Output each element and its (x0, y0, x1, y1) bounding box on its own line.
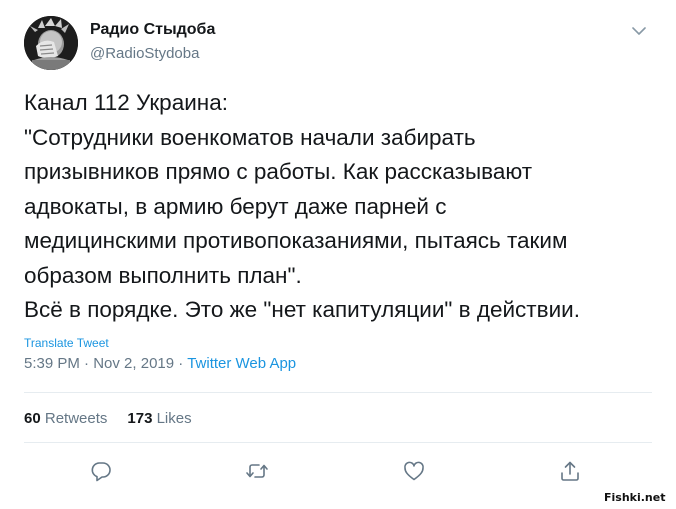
share-button[interactable] (558, 459, 582, 483)
likes-label: Likes (156, 410, 192, 427)
like-icon (404, 461, 424, 481)
meta-separator: · (178, 355, 184, 372)
tweet-date[interactable]: Nov 2, 2019 (93, 355, 174, 372)
tweet-text-line: образом выполнить план". (24, 262, 302, 288)
translate-tweet-link[interactable]: Translate Tweet (24, 336, 109, 350)
divider (24, 392, 652, 393)
tweet-meta: 5:39 PM · Nov 2, 2019 · Twitter Web App (24, 355, 296, 372)
statue-of-liberty-avatar-icon (24, 16, 78, 70)
tweet-stats: 60 Retweets 173 Likes (24, 410, 192, 427)
retweets-count: 60 (24, 410, 41, 427)
author-handle[interactable]: @RadioStydoba (90, 45, 199, 62)
tweet-text-line: медицинскими противопоказаниями, пытаясь… (24, 228, 568, 253)
retweet-icon (246, 464, 268, 478)
divider (24, 442, 652, 443)
reply-button[interactable] (89, 459, 113, 483)
tweet-text-line: "Сотрудники военкоматов начали забирать (24, 124, 476, 150)
share-icon (561, 461, 579, 481)
tweet-text: Канал 112 Украина: "Сотрудники военкомат… (24, 86, 664, 328)
watermark: Fishki.net (604, 491, 666, 504)
retweets-label: Retweets (44, 410, 108, 427)
tweet-card: Радио Стыдоба @RadioStydoba Канал 112 Ук… (0, 0, 676, 509)
author-display-name[interactable]: Радио Стыдоба (90, 21, 215, 39)
tweet-text-line: Всё в порядке. Это же "нет капитуляции" … (24, 297, 580, 322)
tweet-time[interactable]: 5:39 PM (24, 355, 80, 372)
chevron-down-icon (632, 27, 646, 35)
retweet-button[interactable] (245, 459, 269, 483)
likes-stat[interactable]: 173 Likes (127, 410, 191, 427)
more-options-button[interactable] (630, 24, 648, 38)
tweet-source-link[interactable]: Twitter Web App (187, 355, 296, 372)
tweet-text-line: Канал 112 Украина: (24, 90, 228, 115)
likes-count: 173 (127, 410, 153, 427)
tweet-text-line: адвокаты, в армию берут даже парней с (24, 193, 447, 219)
avatar[interactable] (24, 16, 78, 70)
like-button[interactable] (402, 459, 426, 483)
retweets-stat[interactable]: 60 Retweets (24, 410, 107, 427)
tweet-text-line: призывников прямо с работы. Как рассказы… (24, 159, 533, 184)
meta-separator: · (84, 355, 90, 372)
reply-icon (91, 462, 111, 482)
